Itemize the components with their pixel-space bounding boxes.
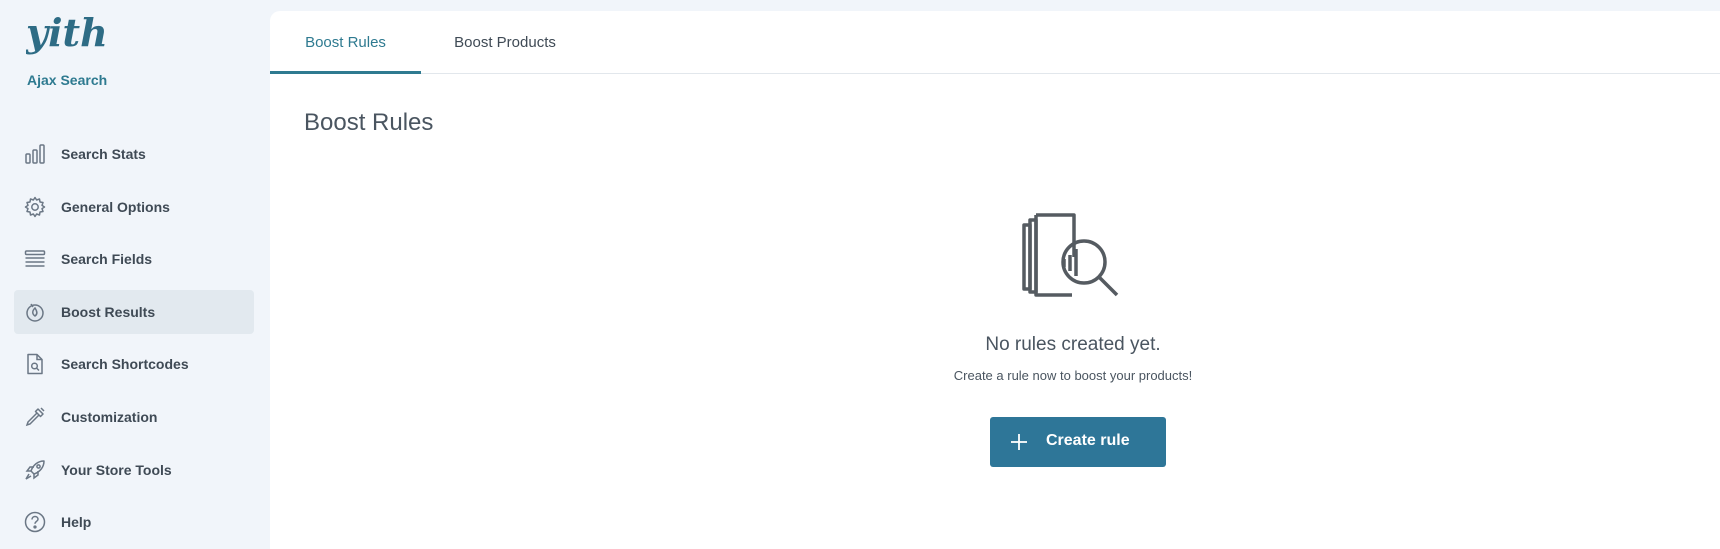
create-rule-button[interactable]: Create rule bbox=[990, 417, 1166, 467]
empty-state-title: No rules created yet. bbox=[985, 334, 1161, 355]
sidebar-item-label: Customization bbox=[61, 408, 158, 425]
bar-chart-icon bbox=[24, 143, 46, 165]
yith-logo: yith bbox=[25, 10, 108, 62]
sidebar-item-general-options[interactable]: General Options bbox=[14, 185, 254, 229]
app-window: yith Ajax Search Search Stats General Op… bbox=[0, 0, 1720, 549]
sidebar-item-label: Help bbox=[61, 514, 92, 531]
create-rule-label: Create rule bbox=[1046, 432, 1130, 449]
documents-magnifier-icon bbox=[1022, 213, 1140, 313]
sidebar-item-label: Boost Results bbox=[61, 303, 156, 320]
list-lines-icon bbox=[24, 248, 46, 270]
tab-boost-rules[interactable]: Boost Rules bbox=[270, 11, 421, 74]
empty-state-subtitle: Create a rule now to boost your products… bbox=[953, 368, 1193, 383]
plus-icon bbox=[1010, 433, 1028, 451]
tab-bar: Boost Rules Boost Products bbox=[270, 11, 1720, 74]
sidebar-item-search-shortcodes[interactable]: Search Shortcodes bbox=[14, 342, 254, 386]
sidebar-item-label: Search Fields bbox=[61, 251, 153, 268]
boost-flame-icon bbox=[24, 301, 46, 323]
sidebar-item-label: Your Store Tools bbox=[61, 461, 172, 478]
sidebar-item-boost-results[interactable]: Boost Results bbox=[14, 289, 254, 334]
sidebar-item-your-store-tools[interactable]: Your Store Tools bbox=[14, 448, 254, 492]
sidebar-nav: Search Stats General Options Search Fiel… bbox=[14, 132, 254, 549]
main-panel: Boost Rules Boost Products Boost Rules N… bbox=[270, 11, 1720, 549]
sidebar: yith Ajax Search Search Stats General Op… bbox=[0, 0, 268, 549]
question-circle-icon bbox=[24, 511, 46, 533]
sidebar-item-label: Search Shortcodes bbox=[61, 356, 189, 373]
sidebar-item-label: Search Stats bbox=[61, 146, 146, 162]
eyedropper-icon bbox=[24, 406, 46, 428]
plugin-name: Ajax Search bbox=[27, 72, 108, 88]
file-search-icon bbox=[24, 353, 46, 375]
sidebar-item-label: General Options bbox=[61, 198, 170, 215]
svg-text:yith: yith bbox=[26, 10, 106, 55]
sidebar-item-search-stats[interactable]: Search Stats bbox=[14, 132, 254, 176]
page-title: Boost Rules bbox=[304, 109, 434, 136]
tab-boost-products[interactable]: Boost Products bbox=[421, 11, 589, 73]
rocket-icon bbox=[24, 459, 46, 481]
sidebar-item-search-fields[interactable]: Search Fields bbox=[14, 237, 254, 281]
gear-icon bbox=[24, 196, 46, 218]
sidebar-item-customization[interactable]: Customization bbox=[14, 395, 254, 439]
sidebar-item-help[interactable]: Help bbox=[14, 500, 254, 544]
